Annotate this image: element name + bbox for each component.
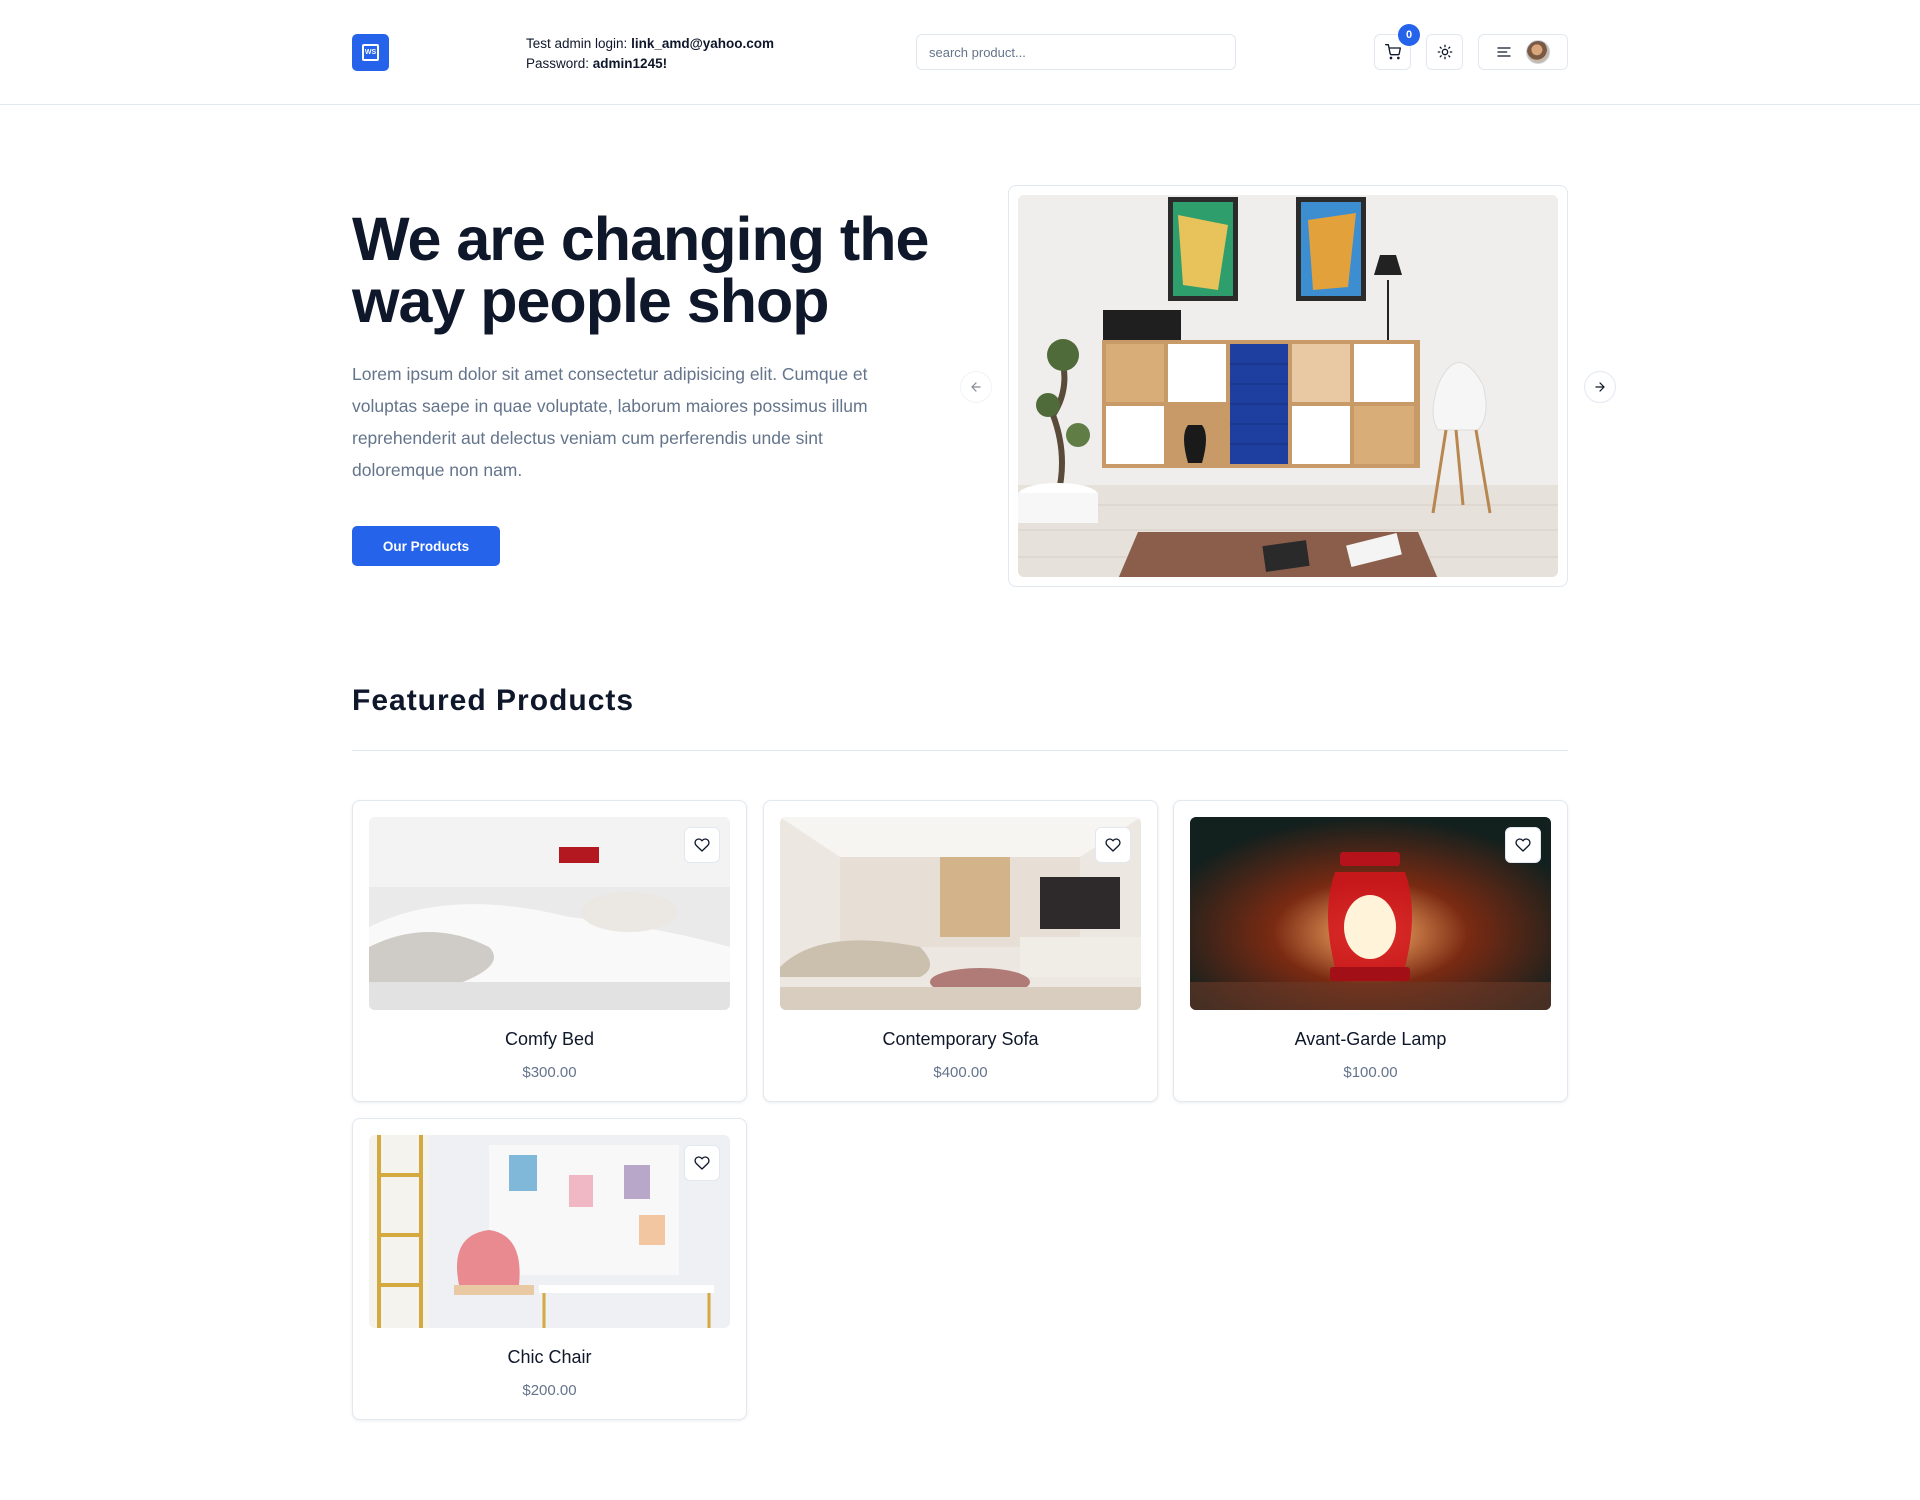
- heart-icon: [694, 838, 710, 852]
- product-image[interactable]: [369, 1135, 730, 1328]
- hero-description: Lorem ipsum dolor sit amet consectetur a…: [352, 364, 868, 480]
- featured-products-title: Featured Products: [352, 684, 635, 717]
- sun-icon: [1437, 44, 1452, 60]
- product-image[interactable]: [780, 817, 1141, 1010]
- living-room-illustration: [1018, 195, 1558, 577]
- password-line: Password: admin1245!: [526, 54, 774, 74]
- product-price: $300.00: [522, 1064, 577, 1081]
- favorite-button[interactable]: [1095, 827, 1131, 863]
- site-logo[interactable]: WS: [352, 34, 389, 71]
- search-input[interactable]: [916, 34, 1236, 70]
- product-card-chic-chair[interactable]: Chic Chair $200.00: [352, 1118, 747, 1420]
- theme-toggle-button[interactable]: [1426, 34, 1463, 70]
- carousel-next-button[interactable]: [1584, 371, 1616, 403]
- shopping-cart-icon: [1384, 44, 1401, 60]
- product-price: $100.00: [1343, 1064, 1398, 1081]
- test-login-info: Test admin login: link_amd@yahoo.com Pas…: [526, 34, 774, 74]
- bed-image: [369, 817, 730, 1010]
- password-value: admin1245!: [592, 56, 668, 71]
- product-image[interactable]: [369, 817, 730, 1010]
- user-avatar: [1526, 40, 1550, 64]
- heart-icon: [694, 1156, 710, 1170]
- hero-title: We are changing the way people shop: [352, 205, 929, 335]
- favorite-button[interactable]: [1505, 827, 1541, 863]
- arrow-left-icon: [971, 382, 981, 392]
- password-label: Password:: [526, 56, 590, 71]
- section-divider: [352, 750, 1568, 751]
- chair-image: [369, 1135, 730, 1328]
- login-email: link_amd@yahoo.com: [631, 36, 775, 51]
- product-name[interactable]: Contemporary Sofa: [764, 1029, 1157, 1050]
- lamp-image: [1190, 817, 1551, 1010]
- logo-mark: WS: [362, 44, 379, 61]
- favorite-button[interactable]: [684, 827, 720, 863]
- product-card-contemporary-sofa[interactable]: Contemporary Sofa $400.00: [763, 800, 1158, 1102]
- our-products-button[interactable]: Our Products: [352, 526, 500, 566]
- product-name[interactable]: Avant-Garde Lamp: [1174, 1029, 1567, 1050]
- product-name[interactable]: Comfy Bed: [353, 1029, 746, 1050]
- login-line: Test admin login: link_amd@yahoo.com: [526, 34, 774, 54]
- heart-icon: [1515, 838, 1531, 852]
- carousel-image: [1018, 195, 1558, 577]
- product-name[interactable]: Chic Chair: [353, 1347, 746, 1368]
- favorite-button[interactable]: [684, 1145, 720, 1181]
- sofa-image: [780, 817, 1141, 1010]
- carousel-prev-button[interactable]: [960, 371, 992, 403]
- arrow-right-icon: [1595, 382, 1605, 392]
- product-card-avant-garde-lamp[interactable]: Avant-Garde Lamp $100.00: [1173, 800, 1568, 1102]
- product-price: $200.00: [522, 1382, 577, 1399]
- product-price: $400.00: [933, 1064, 988, 1081]
- product-card-comfy-bed[interactable]: Comfy Bed $300.00: [352, 800, 747, 1102]
- user-menu-button[interactable]: [1478, 34, 1568, 70]
- cart-count-badge: 0: [1398, 24, 1420, 46]
- hero-carousel: [1008, 185, 1568, 587]
- login-label: Test admin login:: [526, 36, 628, 51]
- menu-icon: [1497, 47, 1511, 57]
- heart-icon: [1105, 838, 1121, 852]
- site-header: WS Test admin login: link_amd@yahoo.com …: [0, 0, 1920, 105]
- product-image[interactable]: [1190, 817, 1551, 1010]
